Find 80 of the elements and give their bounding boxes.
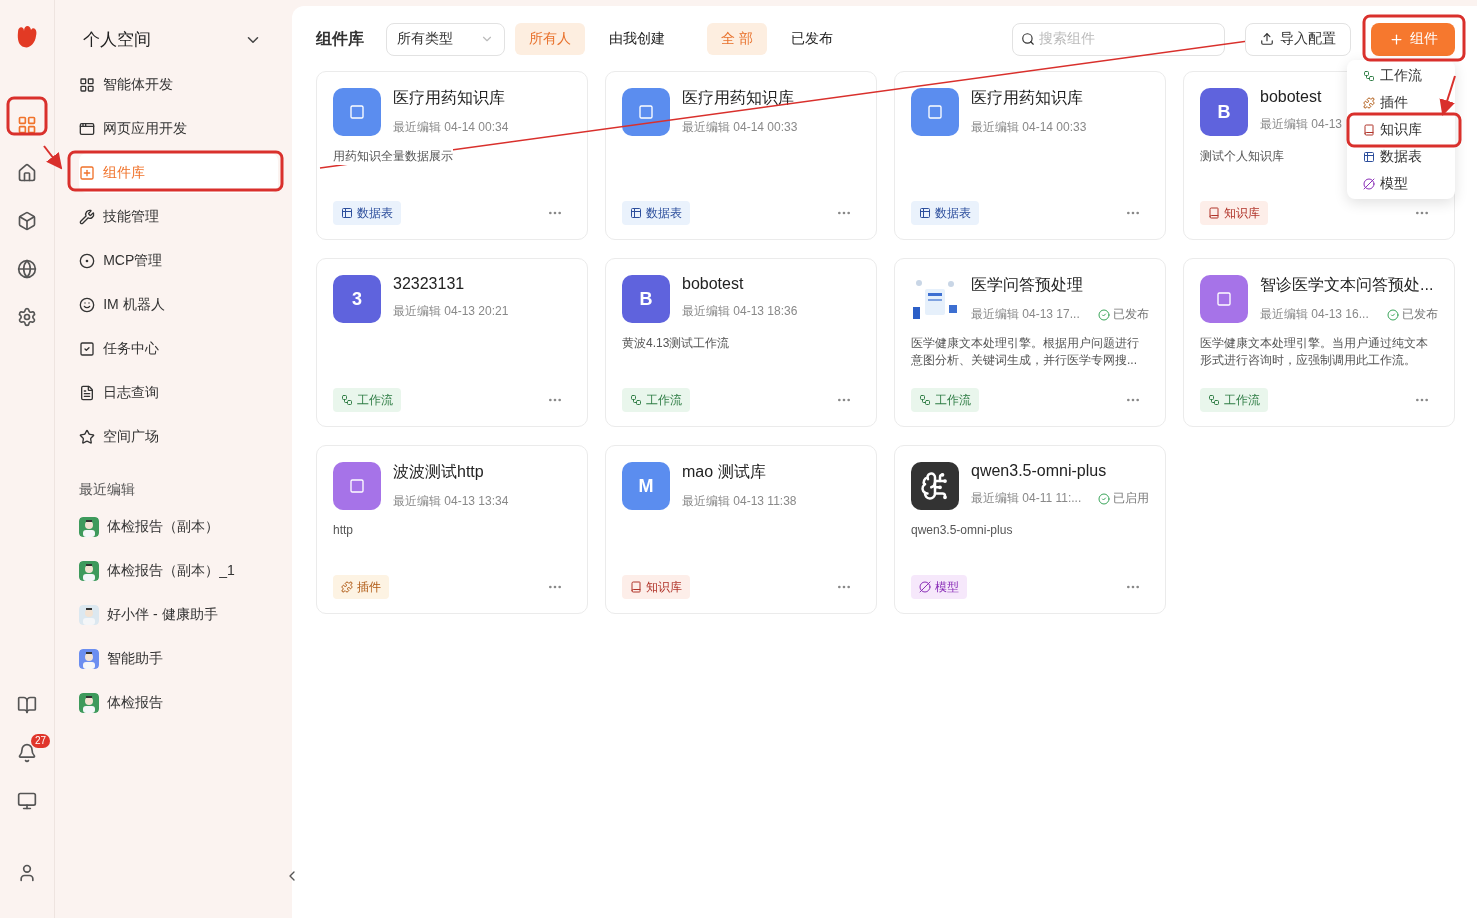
- type-tag: 数据表: [333, 201, 401, 225]
- menu-item[interactable]: 知识库: [1347, 116, 1455, 143]
- nav-item[interactable]: IM 机器人: [79, 285, 278, 325]
- type-tag: 模型: [911, 575, 967, 599]
- card-title: bobotest: [1260, 88, 1322, 106]
- recent-item[interactable]: 体检报告（副本）: [107, 518, 220, 536]
- status-label: 已启用: [1098, 490, 1149, 507]
- edit-time: 最近编辑 04-13 16...: [1260, 306, 1369, 323]
- card-description: qwen3.5-omni-plus: [911, 522, 1013, 539]
- edit-time: 最近编辑 04-14 00:34: [393, 119, 509, 136]
- avatar: B: [622, 275, 670, 323]
- card-title: bobotest: [682, 275, 744, 293]
- edit-time: 最近编辑 04-13 17...: [971, 306, 1080, 323]
- type-tag: 数据表: [911, 201, 979, 225]
- menu-item[interactable]: 数据表: [1347, 143, 1455, 170]
- card-title: 医疗用药知识库: [393, 88, 505, 108]
- status-label: 已发布: [1098, 306, 1149, 323]
- card-description: 用药知识全量数据展示: [333, 148, 453, 165]
- card-title: 医疗用药知识库: [682, 88, 794, 108]
- avatar: B: [1200, 88, 1248, 136]
- card-title: 32323131: [393, 275, 465, 293]
- edit-time: 最近编辑 04-11 11:...: [971, 490, 1082, 507]
- component-card[interactable]: qwen3.5-omni-plus 最近编辑 04-11 11:... 已启用 qwen3.5-omni-plus 模型: [894, 445, 1166, 614]
- card-title: 智诊医学文本问答预处...: [1260, 275, 1434, 295]
- type-tag: 插件: [333, 575, 389, 599]
- type-tag: 知识库: [1200, 201, 1268, 225]
- workspace-title[interactable]: 个人空间: [83, 28, 152, 51]
- nav-item[interactable]: 网页应用开发: [79, 109, 278, 149]
- filter-chip[interactable]: 由我创建: [595, 23, 679, 55]
- card-title: 波波测试http: [393, 462, 484, 482]
- component-card[interactable]: 医学问答预处理 最近编辑 04-13 17... 已发布 医学健康文本处理引擎。根据用户问题进行意图分析、关键词生成，并行医学专网搜... 工作流: [894, 258, 1166, 427]
- recent-item[interactable]: 智能助手: [107, 650, 164, 668]
- card-description: 测试个人知识库: [1200, 148, 1284, 165]
- component-card[interactable]: B bobotest 最近编辑 04-13 18:36 黄波4.13测试工作流 工作流: [605, 258, 877, 427]
- type-select[interactable]: 所有类型: [386, 22, 505, 56]
- recent-item[interactable]: 好小伴 - 健康助手: [107, 606, 218, 624]
- card-title: 医学问答预处理: [971, 275, 1083, 295]
- type-tag: 工作流: [911, 388, 979, 412]
- component-card[interactable]: 3 32323131 最近编辑 04-13 20:21 工作流: [316, 258, 588, 427]
- nav-item[interactable]: 智能体开发: [79, 65, 278, 105]
- component-card[interactable]: 医疗用药知识库 最近编辑 04-14 00:34 用药知识全量数据展示 数据表: [316, 71, 588, 240]
- type-tag: 工作流: [622, 388, 690, 412]
- type-tag: 知识库: [622, 575, 690, 599]
- avatar: M: [622, 462, 670, 510]
- nav-item[interactable]: 空间广场: [79, 417, 278, 457]
- card-title: qwen3.5-omni-plus: [971, 462, 1107, 480]
- nav-item[interactable]: 技能管理: [79, 197, 278, 237]
- nav-item[interactable]: 任务中心: [79, 329, 278, 369]
- filter-chip[interactable]: 已发布: [776, 23, 847, 55]
- edit-time: 最近编辑 04-14 00:33: [682, 119, 798, 136]
- edit-time: 最近编辑 04-14 00:33: [971, 119, 1087, 136]
- edit-time: 最近编辑 04-13 13:34: [393, 493, 509, 510]
- nav-item[interactable]: MCP管理: [79, 241, 278, 281]
- recent-item[interactable]: 体检报告: [107, 694, 164, 712]
- type-tag: 工作流: [1200, 388, 1268, 412]
- card-title: mao 测试库: [682, 462, 766, 482]
- component-card[interactable]: 医疗用药知识库 最近编辑 04-14 00:33 数据表: [894, 71, 1166, 240]
- card-title: 医疗用药知识库: [971, 88, 1083, 108]
- component-card[interactable]: 波波测试http 最近编辑 04-13 13:34 http 插件: [316, 445, 588, 614]
- section-title: 最近编辑: [79, 481, 137, 499]
- menu-item[interactable]: 插件: [1347, 89, 1455, 116]
- notification-badge: 27: [30, 734, 51, 748]
- card-description: 黄波4.13测试工作流: [622, 335, 730, 352]
- component-card[interactable]: M mao 测试库 最近编辑 04-13 11:38 知识库: [605, 445, 877, 614]
- edit-time: 最近编辑 04-13 11:38: [682, 493, 797, 510]
- edit-time: 最近编辑 04-13 20:21: [393, 303, 509, 320]
- edit-time: 最近编辑 04-13 18:36: [682, 303, 798, 320]
- menu-item[interactable]: 模型: [1347, 170, 1455, 197]
- type-tag: 数据表: [622, 201, 690, 225]
- page-title: 组件库: [316, 28, 364, 49]
- import-button[interactable]: 导入配置: [1245, 22, 1351, 56]
- edit-time: 最近编辑 04-13: [1260, 116, 1343, 133]
- component-card[interactable]: 医疗用药知识库 最近编辑 04-14 00:33 数据表: [605, 71, 877, 240]
- status-label: 已发布: [1387, 306, 1438, 323]
- recent-item[interactable]: 体检报告（副本）_1: [107, 562, 235, 580]
- avatar: 3: [333, 275, 381, 323]
- nav-item[interactable]: 日志查询: [79, 373, 278, 413]
- card-description: http: [333, 522, 353, 539]
- component-card[interactable]: 智诊医学文本问答预处... 最近编辑 04-13 16... 已发布 医学健康文本处理引擎。当用户通过纯文本形式进行咨询时，应强制调用此工作流。 工作流: [1183, 258, 1455, 427]
- type-tag: 工作流: [333, 388, 401, 412]
